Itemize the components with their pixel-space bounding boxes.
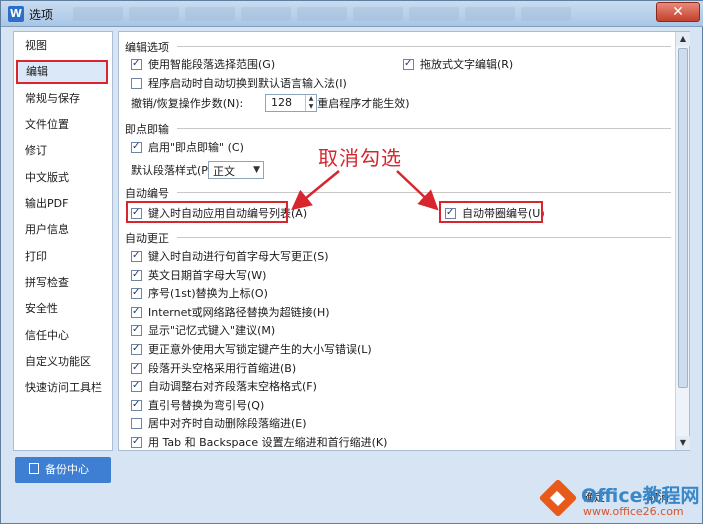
section-divider [177,192,671,193]
dialog-title: 选项 [29,8,54,22]
checkbox[interactable] [131,139,142,155]
sidebar-item-revision[interactable]: 修订 [14,139,112,163]
checkbox[interactable] [131,341,142,357]
options-dialog: W 选项 ✕ 视图 编辑 常规与保存 文件位置 修订 中文版式 输出PDF 用户… [0,0,703,524]
auto-correct-option[interactable]: 键入时自动进行句首字母大写更正(S) [131,248,329,265]
section-divider [177,128,671,129]
checkbox[interactable] [131,56,142,72]
auto-correct-option-label: 序号(1st)替换为上标(O) [148,287,268,301]
checkbox[interactable] [131,434,142,450]
auto-correct-option[interactable]: 英文日期首字母大写(W) [131,267,267,284]
checkbox[interactable] [403,56,414,72]
checkbox[interactable] [131,78,142,89]
option-click-and-type[interactable]: 启用"即点即输" (C) [131,139,244,156]
auto-correct-option[interactable]: 更正意外使用大写锁定键产生的大小写错误(L) [131,341,372,358]
checkbox[interactable] [131,248,142,264]
scroll-down-icon[interactable]: ▼ [676,436,690,450]
checkbox[interactable] [131,304,142,320]
background-toolbar [73,4,643,24]
auto-correct-option[interactable]: 显示"记忆式键入"建议(M) [131,322,276,339]
auto-correct-option[interactable]: 居中对齐时自动删除段落缩进(E) [131,416,307,432]
title-bar: W 选项 ✕ [1,1,703,27]
undo-steps-spinner[interactable]: 128 ▲ ▼ [265,94,317,112]
sidebar-item-trust-center[interactable]: 信任中心 [14,324,112,348]
sidebar-item-security[interactable]: 安全性 [14,297,112,321]
auto-correct-option-label: 用 Tab 和 Backspace 设置左缩进和首行缩进(K) [148,436,388,449]
auto-correct-option[interactable]: 自动调整右对齐段落末空格格式(F) [131,378,317,395]
auto-correct-option-label: 自动调整右对齐段落末空格格式(F) [148,380,317,394]
auto-correct-option-label: 英文日期首字母大写(W) [148,268,267,282]
auto-correct-option[interactable]: 用 Tab 和 Backspace 设置左缩进和首行缩进(K) [131,434,388,450]
auto-correct-option-label: 键入时自动进行句首字母大写更正(S) [148,250,329,263]
auto-correct-option-label: 显示"记忆式键入"建议(M) [148,324,276,338]
auto-correct-option[interactable]: Internet或网络路径替换为超链接(H) [131,304,330,321]
edit-settings-panel: 编辑选项 使用智能段落选择范围(G) 拖放式文字编辑(R) 程序启动时自动切换到… [118,31,690,451]
sidebar-item-edit[interactable]: 编辑 [16,60,108,84]
auto-correct-option-label: 直引号替换为弯引号(Q) [148,398,265,412]
default-paragraph-style-label: 默认段落样式(P): [131,164,216,177]
sidebar-item-print[interactable]: 打印 [14,245,112,269]
options-sidebar: 视图 编辑 常规与保存 文件位置 修订 中文版式 输出PDF 用户信息 打印 拼… [13,31,113,451]
auto-correct-option[interactable]: 直引号替换为弯引号(Q) [131,397,265,414]
checkbox[interactable] [131,322,142,338]
option-drag-drop-text[interactable]: 拖放式文字编辑(R) [403,56,513,73]
auto-correct-option[interactable]: 段落开头空格采用行首缩进(B) [131,360,297,377]
option-auto-switch-ime[interactable]: 程序启动时自动切换到默认语言输入法(I) [131,76,347,92]
sidebar-item-general-save[interactable]: 常规与保存 [14,87,112,111]
section-divider [177,46,671,47]
checkbox[interactable] [131,267,142,283]
checkbox[interactable] [131,378,142,394]
scroll-up-icon[interactable]: ▲ [676,32,690,46]
watermark-brand: Office教程网 [581,485,700,507]
option-smart-paragraph[interactable]: 使用智能段落选择范围(G) [131,56,275,73]
backup-center-button[interactable]: 备份中心 [15,457,111,483]
highlight-box-circle-number [439,201,543,223]
watermark: Office教程网 www.office26.com [538,475,701,523]
backup-icon [29,463,39,474]
section-heading-edit-options: 编辑选项 [125,41,169,54]
auto-correct-option-label: 段落开头空格采用行首缩进(B) [148,361,297,375]
default-paragraph-style-select[interactable]: 正文 ▼ [208,161,264,179]
checkbox[interactable] [131,285,142,301]
section-divider [177,237,671,238]
sidebar-item-quick-access[interactable]: 快速访问工具栏 [14,376,112,400]
sidebar-item-spell-check[interactable]: 拼写检查 [14,271,112,295]
annotation-callout: 取消勾选 [318,146,402,170]
section-heading-auto-number: 自动编号 [125,187,169,200]
auto-correct-option[interactable]: 序号(1st)替换为上标(O) [131,285,268,302]
wps-app-icon: W [8,6,24,22]
spinner-arrows-icon[interactable]: ▲ ▼ [305,95,316,111]
checkbox[interactable] [131,360,142,376]
scroll-thumb[interactable] [678,48,688,388]
backup-label: 备份中心 [45,463,89,476]
watermark-url: www.office26.com [583,505,684,518]
vertical-scrollbar[interactable]: ▲ ▼ [675,32,690,450]
close-button[interactable]: ✕ [656,2,700,22]
chevron-down-icon: ▼ [253,165,260,175]
sidebar-item-chinese-layout[interactable]: 中文版式 [14,166,112,190]
auto-correct-option-label: 更正意外使用大写锁定键产生的大小写错误(L) [148,343,372,356]
sidebar-item-user-info[interactable]: 用户信息 [14,218,112,242]
checkbox[interactable] [131,397,142,413]
checkbox[interactable] [131,418,142,430]
sidebar-item-view[interactable]: 视图 [14,34,112,58]
section-heading-click-type: 即点即输 [125,123,169,136]
auto-correct-option-label: 居中对齐时自动删除段落缩进(E) [148,417,307,431]
undo-steps-label: 撤销/恢复操作步数(N): [131,97,244,110]
sidebar-item-export-pdf[interactable]: 输出PDF [14,192,112,216]
highlight-box-auto-number-list [126,201,288,223]
sidebar-item-file-location[interactable]: 文件位置 [14,113,112,137]
auto-correct-option-label: Internet或网络路径替换为超链接(H) [148,305,330,319]
sidebar-item-customize-ribbon[interactable]: 自定义功能区 [14,350,112,374]
office-logo-icon [538,478,578,518]
section-heading-auto-correct: 自动更正 [125,232,169,245]
